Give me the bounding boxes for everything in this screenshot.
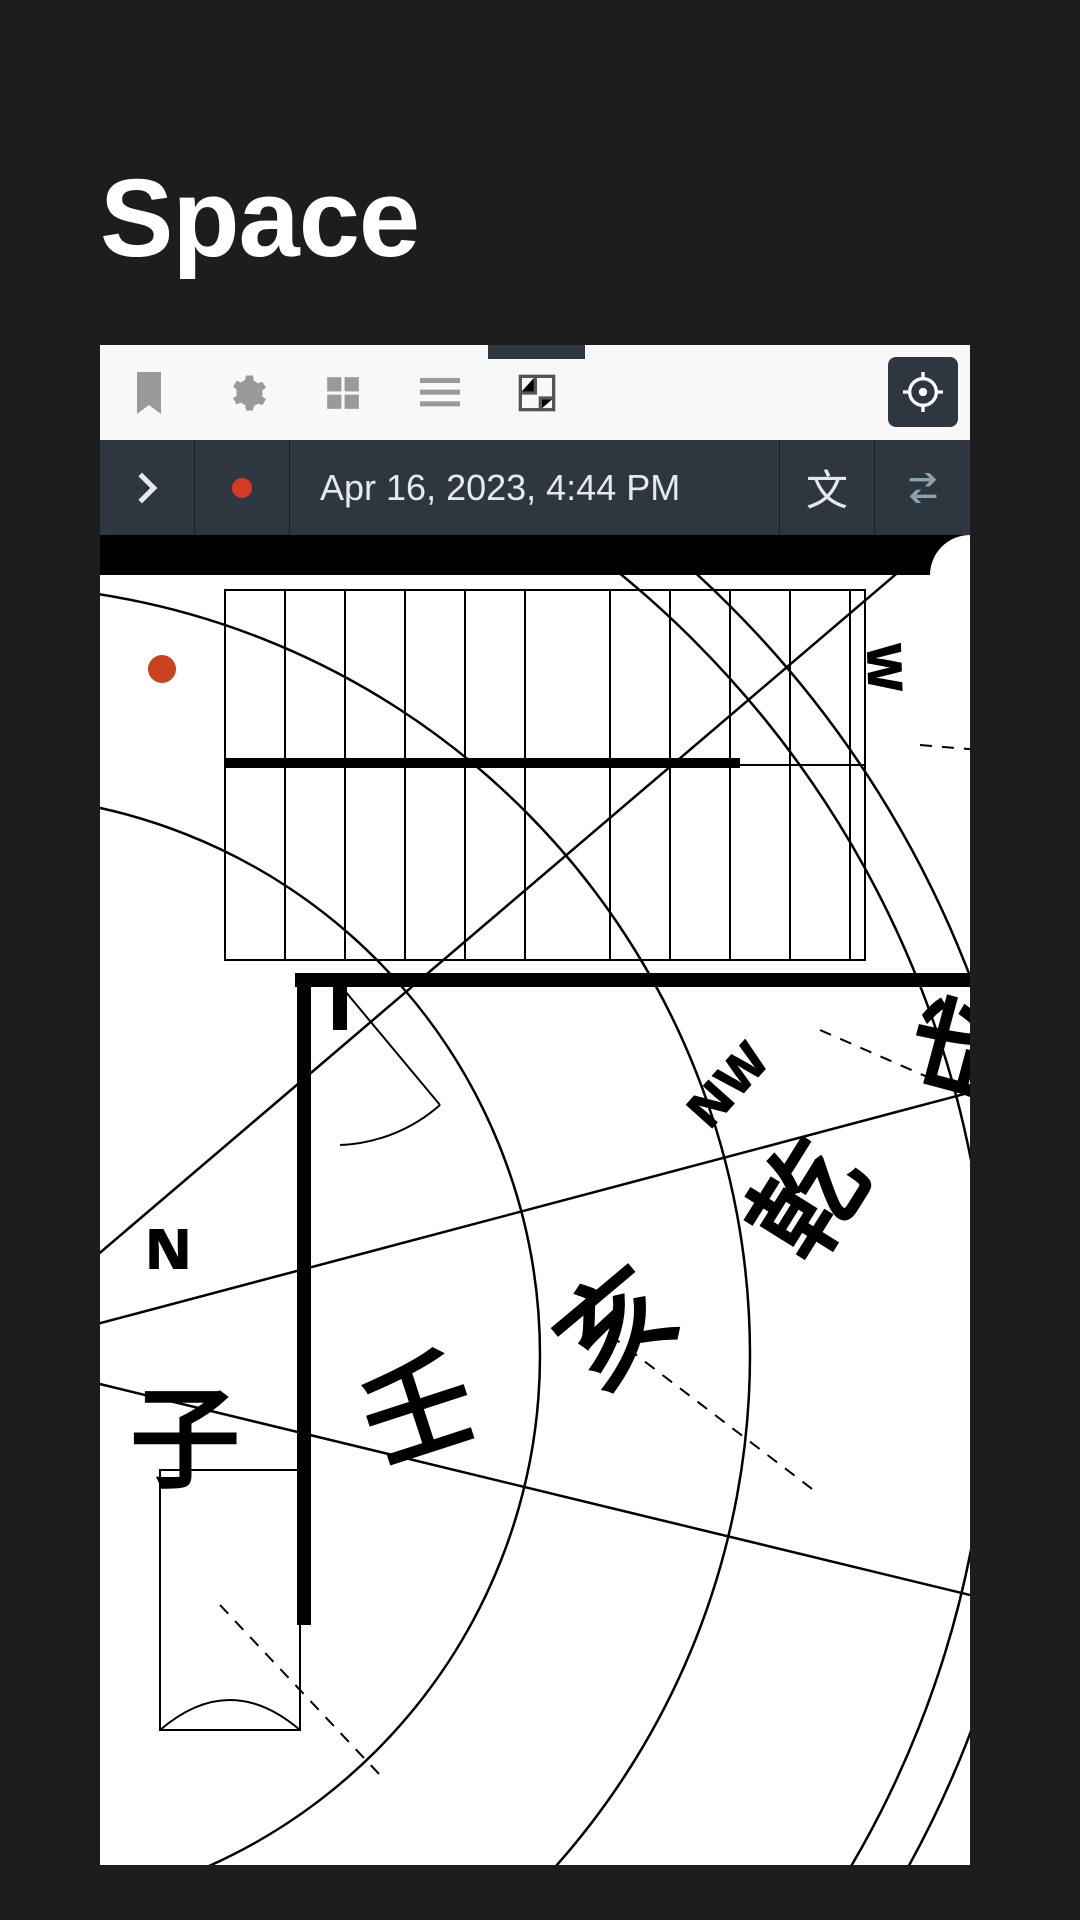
language-icon: 文 xyxy=(806,457,848,518)
crosshair-icon xyxy=(903,372,943,412)
compass-label-zi: 子 xyxy=(130,1350,240,1511)
top-toolbar xyxy=(100,345,970,440)
floorplan-canvas[interactable]: W NW N 子 壬 亥 乾 戌 xyxy=(100,575,970,1865)
bookmark-tab[interactable] xyxy=(100,345,197,440)
compass-label-n: N xyxy=(145,1210,192,1286)
gear-icon xyxy=(225,372,267,414)
control-bar: Apr 16, 2023, 4:44 PM 文 xyxy=(100,440,970,535)
swap-button[interactable] xyxy=(875,440,970,535)
floorplan-icon xyxy=(517,373,557,413)
floorplan-tab[interactable] xyxy=(488,345,585,440)
swap-icon xyxy=(903,471,943,505)
canvas-top-border xyxy=(100,535,970,575)
app-frame: Apr 16, 2023, 4:44 PM 文 xyxy=(100,345,970,1865)
record-icon xyxy=(232,478,252,498)
list-icon xyxy=(420,377,460,409)
chevron-right-icon xyxy=(136,471,158,505)
location-marker xyxy=(148,655,176,683)
datetime-label: Apr 16, 2023, 4:44 PM xyxy=(320,467,680,509)
language-button[interactable]: 文 xyxy=(780,440,875,535)
compass-label-w: W xyxy=(852,641,919,693)
datetime-button[interactable]: Apr 16, 2023, 4:44 PM xyxy=(290,440,780,535)
grid-tab[interactable] xyxy=(294,345,391,440)
settings-tab[interactable] xyxy=(197,345,294,440)
expand-button[interactable] xyxy=(100,440,195,535)
page-title: Space xyxy=(100,155,419,282)
list-tab[interactable] xyxy=(391,345,488,440)
record-button[interactable] xyxy=(195,440,290,535)
locate-button[interactable] xyxy=(888,357,958,427)
bookmark-icon xyxy=(131,372,167,414)
grid-icon xyxy=(324,374,362,412)
